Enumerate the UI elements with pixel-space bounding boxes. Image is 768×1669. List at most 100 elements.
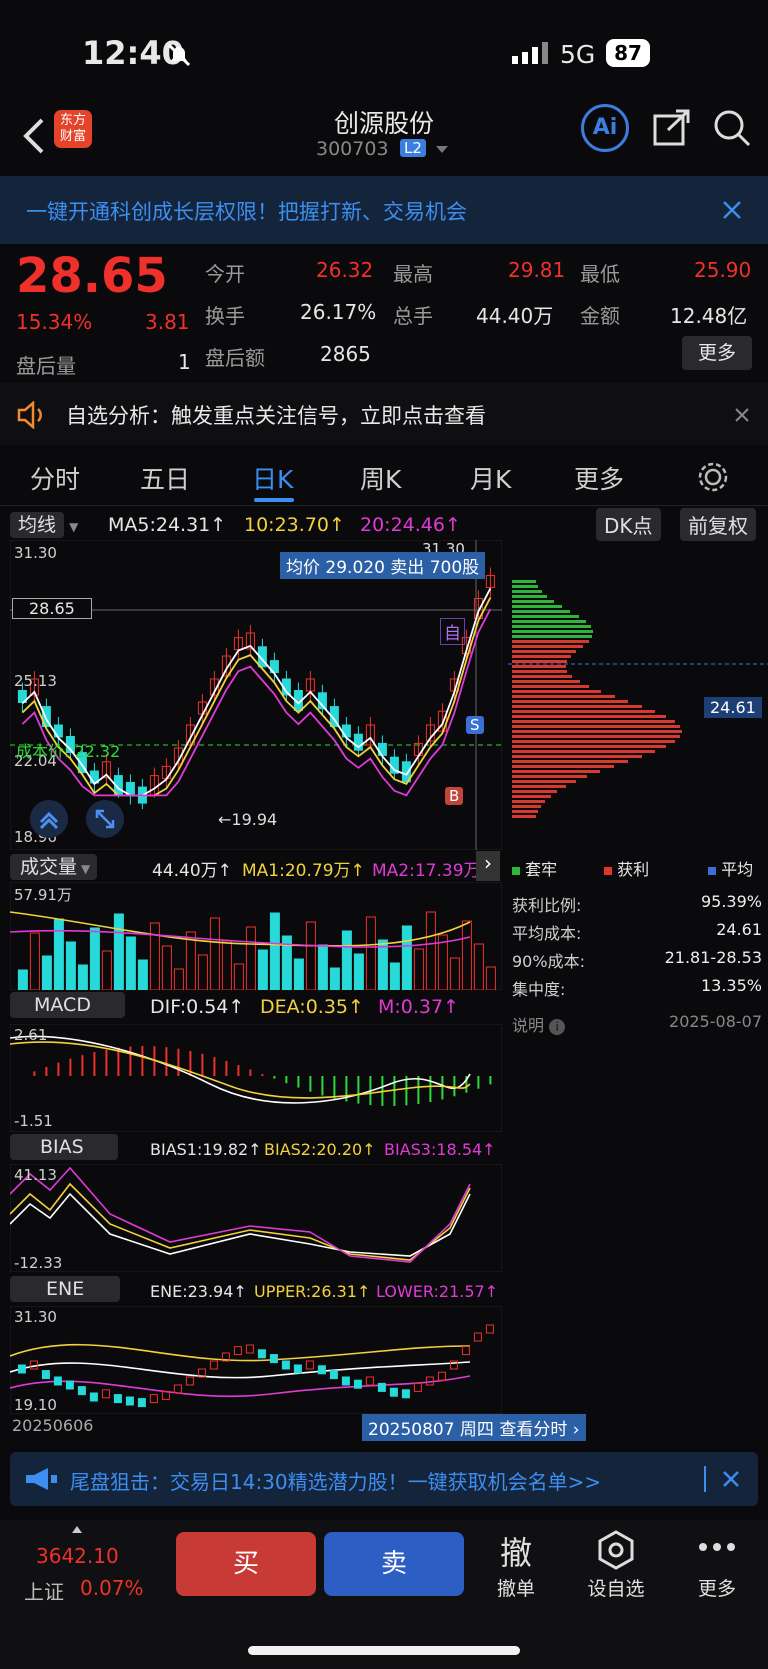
ene-select[interactable]: ENE <box>10 1276 121 1302</box>
chip-bar <box>512 770 600 773</box>
fullscreen-icon[interactable] <box>86 800 124 838</box>
chip-bar <box>512 610 570 613</box>
ad-banner[interactable]: 尾盘狙击：交易日14:30精选潜力股！一键获取机会名单>> <box>10 1452 758 1506</box>
ene-candle <box>329 1370 338 1380</box>
chip-bar <box>512 620 586 623</box>
ene-candle <box>77 1386 86 1396</box>
volume-bar <box>77 964 88 990</box>
indicator-select[interactable]: 均线 ▼ <box>10 510 78 540</box>
volume-select[interactable]: 成交量 ▼ <box>10 852 98 880</box>
chip-bar <box>512 750 655 753</box>
ene-candle <box>53 1376 62 1386</box>
chip-bar <box>512 790 557 793</box>
volume-bar <box>173 968 184 990</box>
tab-more[interactable]: 更多 <box>574 460 624 496</box>
analysis-notice[interactable]: 自选分析：触发重点关注信号，立即点击查看 <box>0 383 768 445</box>
gear-icon[interactable] <box>696 460 730 494</box>
ene-y-bottom: 19.10 <box>14 1396 57 1414</box>
tab-timeshare[interactable]: 分时 <box>30 460 80 496</box>
expand-icon[interactable] <box>30 800 68 838</box>
profit-ratio-label: 获利比例: <box>512 896 582 915</box>
chip-distribution-chart <box>508 580 768 818</box>
after-hours-amount: 2865 <box>320 342 371 366</box>
ene-candle <box>149 1394 158 1404</box>
macd-dif: DIF:0.54↑ <box>150 996 245 1018</box>
chip-bar <box>512 645 583 648</box>
ene-candle <box>257 1349 266 1359</box>
candlestick-chart[interactable] <box>10 540 502 850</box>
cancel-order-icon[interactable]: 撤 <box>476 1528 556 1574</box>
chip-bar <box>512 685 589 688</box>
buy-button[interactable]: 买 <box>176 1532 316 1596</box>
chip-bar <box>512 785 566 788</box>
search-icon[interactable] <box>712 108 752 148</box>
ene-chart <box>10 1306 502 1414</box>
volume-bar <box>89 927 100 990</box>
volume-value: 44.40万↑ <box>152 861 232 881</box>
volume-bar <box>17 969 28 990</box>
selected-date-button[interactable]: 20250807 周四 查看分时 › <box>362 1414 586 1441</box>
add-watchlist-icon[interactable] <box>596 1530 636 1570</box>
chip-bar <box>512 600 554 603</box>
total-hands-label: 总手 <box>393 304 433 328</box>
chip-bar <box>512 795 551 798</box>
macd-select[interactable]: MACD <box>10 992 125 1018</box>
volume-bar <box>41 955 52 990</box>
ene-candle <box>365 1376 374 1386</box>
ene-candle <box>137 1398 146 1408</box>
ma20-line <box>21 608 492 797</box>
ene-upper: UPPER:26.31↑ <box>254 1282 371 1301</box>
dk-point-button[interactable]: DK点 <box>596 508 661 541</box>
chip-bar <box>512 720 675 723</box>
volume-bar <box>197 954 208 990</box>
volume-bar <box>389 962 400 990</box>
close-icon[interactable] <box>734 407 750 423</box>
caret-down-icon[interactable] <box>436 146 448 153</box>
open-label: 今开 <box>205 262 245 286</box>
chip-bar <box>512 660 567 663</box>
legend-locked: 套牢 <box>512 856 557 880</box>
more-button[interactable]: 更多 <box>682 336 752 370</box>
ene-candle <box>377 1382 386 1392</box>
index-value[interactable]: 3642.10 <box>36 1544 119 1568</box>
self-select-tag: 自 <box>440 618 465 645</box>
ene-candle <box>461 1346 470 1356</box>
tab-daily-k[interactable]: 日K <box>252 460 293 496</box>
volume-bar <box>293 958 304 990</box>
bias-select[interactable]: BIAS <box>10 1134 118 1160</box>
volume-y-top: 57.91万 <box>14 886 72 904</box>
chip-bar <box>512 640 589 643</box>
tab-monthly-k[interactable]: 月K <box>470 460 511 496</box>
ene-upper-line <box>10 1343 471 1362</box>
high-value: 29.81 <box>508 258 566 282</box>
note-label[interactable]: 说明 i <box>512 1012 566 1036</box>
close-icon[interactable] <box>722 1470 740 1488</box>
chip-bar <box>512 625 591 628</box>
chip-bar <box>512 630 593 633</box>
volume-bar <box>137 959 148 990</box>
promo-banner[interactable]: 一键开通科创成长层权限！把握打新、交易机会 <box>0 176 768 244</box>
ai-button[interactable]: Ai <box>581 104 629 152</box>
ene-y-top: 31.30 <box>14 1308 57 1326</box>
chevron-right-icon[interactable]: › <box>476 851 500 881</box>
bias1-value: BIAS1:19.82↑ <box>150 1140 262 1159</box>
adjust-button[interactable]: 前复权 <box>680 508 756 541</box>
more-label[interactable]: 更多 <box>677 1574 757 1601</box>
ene-candle <box>233 1346 242 1356</box>
tab-five-day[interactable]: 五日 <box>140 460 190 496</box>
add-watchlist-label[interactable]: 设自选 <box>576 1574 656 1601</box>
high-label: 最高 <box>393 262 433 286</box>
close-icon[interactable] <box>722 200 742 220</box>
macd-chart <box>10 1024 502 1132</box>
sell-button[interactable]: 卖 <box>324 1532 464 1596</box>
chip-info-panel: 套牢 获利 平均 获利比例: 95.39% 平均成本: 24.61 90%成本:… <box>512 856 762 1036</box>
volume-bar <box>425 911 436 990</box>
volume-bar <box>149 922 160 990</box>
volume-bar <box>233 963 244 990</box>
chip-bar <box>512 665 566 668</box>
share-icon[interactable] <box>652 108 692 148</box>
cancel-order-label[interactable]: 撤单 <box>476 1574 556 1601</box>
more-dots-icon[interactable] <box>698 1540 736 1554</box>
tab-weekly-k[interactable]: 周K <box>360 460 401 496</box>
volume-bar <box>461 920 472 990</box>
